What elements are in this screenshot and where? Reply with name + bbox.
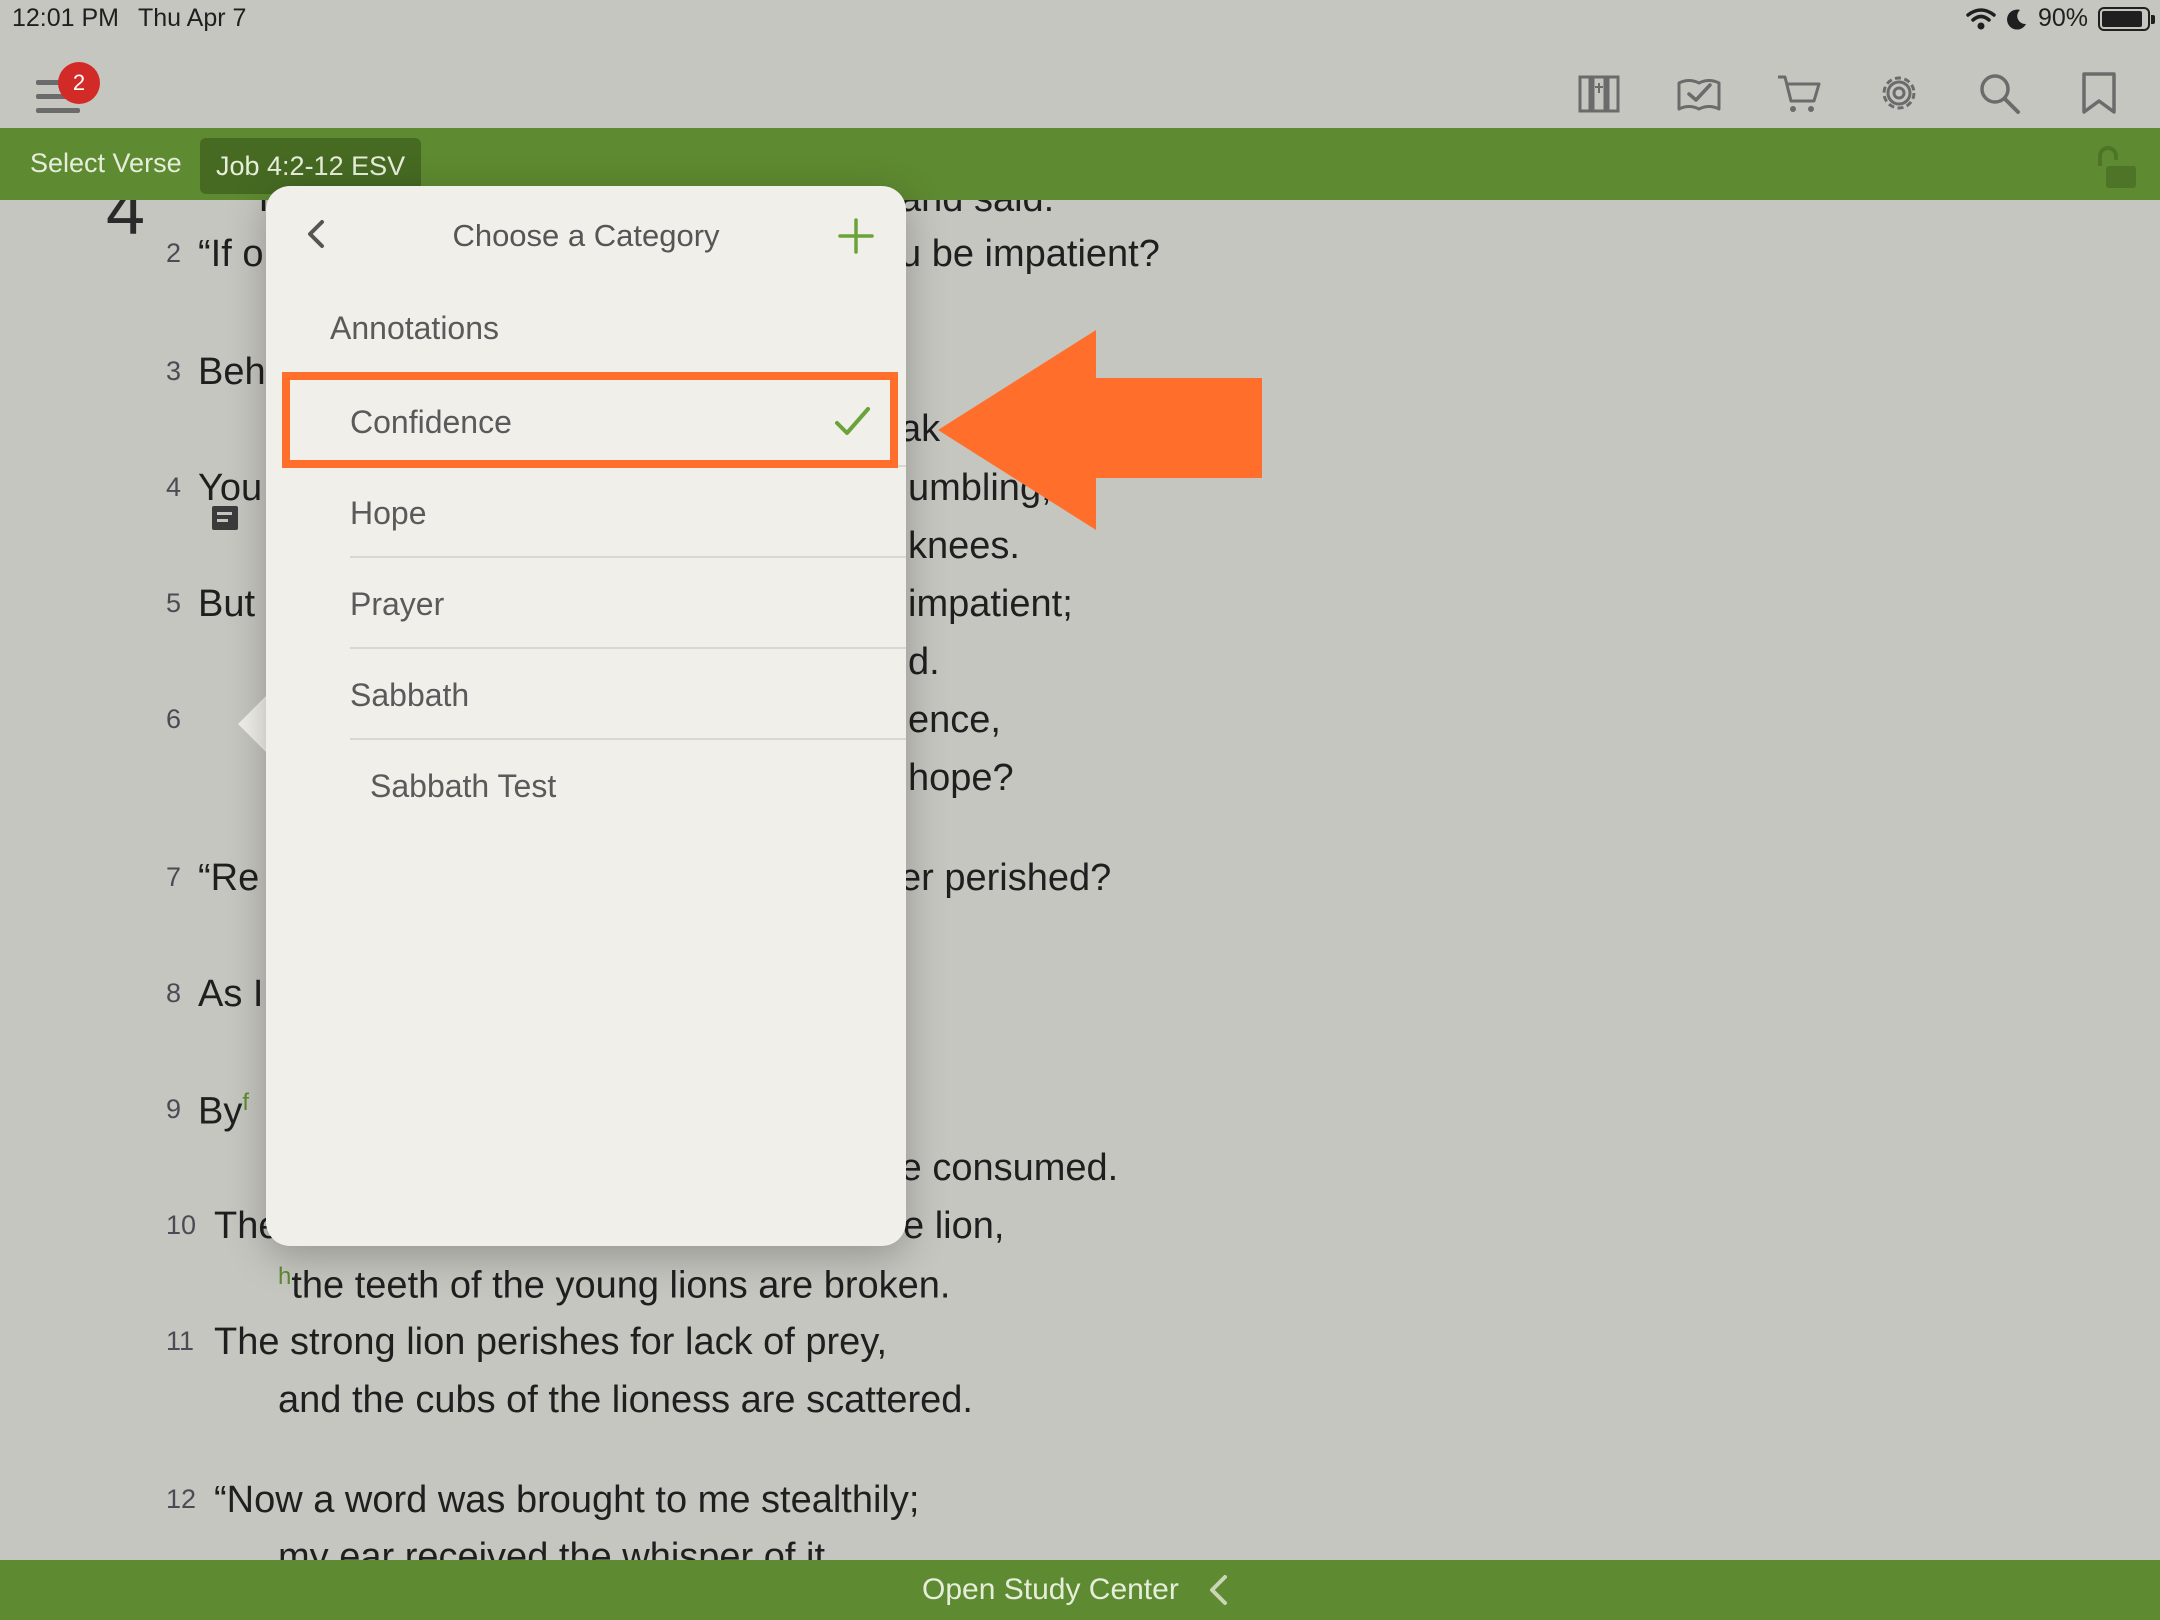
- search-button[interactable]: [1968, 62, 2030, 124]
- verse-text: As I: [198, 973, 264, 1015]
- verse-text-part: By: [198, 1090, 243, 1133]
- battery-icon: [2098, 6, 2155, 31]
- reading-plan-icon: [1677, 79, 1721, 111]
- verse-text: impatient;: [908, 583, 1073, 625]
- verse-number: 2: [166, 238, 182, 268]
- chevron-left-icon: [1209, 1575, 1227, 1605]
- chapter-number: 4: [106, 200, 145, 249]
- section-header-annotations: Annotations: [330, 310, 500, 346]
- search-icon: [1980, 74, 2020, 114]
- category-label: Hope: [350, 495, 427, 531]
- verse-number: 7: [166, 862, 182, 892]
- popover-title: Choose a Category: [452, 218, 720, 253]
- category-item-hope[interactable]: Hope: [350, 467, 906, 558]
- pointer-arrow-icon: [938, 330, 1262, 530]
- verse-number: 3: [166, 356, 182, 386]
- verse-number: 4: [166, 472, 182, 502]
- verse-text: er perished?: [900, 857, 1112, 899]
- cart-icon: [1778, 75, 1821, 112]
- notification-badge: 2: [58, 62, 100, 104]
- menu-button[interactable]: 2: [36, 62, 102, 122]
- store-button[interactable]: [1768, 62, 1830, 124]
- battery-percent: 90%: [2037, 4, 2088, 32]
- bottom-bar: Open Study Center: [0, 1560, 2160, 1620]
- category-label: Sabbath Test: [370, 768, 557, 804]
- footnote-marker[interactable]: f: [242, 1089, 249, 1116]
- category-label: Prayer: [350, 586, 445, 622]
- verse-number: 10: [166, 1210, 197, 1240]
- verse-text: Byf: [198, 1089, 249, 1134]
- popover-pointer: [238, 694, 268, 754]
- category-popover: Choose a Category Annotations Confidence…: [266, 186, 906, 1246]
- status-date: Thu Apr 7: [138, 4, 247, 32]
- verse-number: 5: [166, 588, 182, 618]
- verse-text: “If o: [198, 233, 264, 275]
- verse-text: “Now a word was brought to me stealthily…: [214, 1479, 920, 1521]
- verse-text: my ear received the whisper of it.: [278, 1536, 836, 1560]
- verse-text: d.: [908, 641, 940, 683]
- selection-highlight-box: [282, 372, 898, 468]
- category-item-sabbath[interactable]: Sabbath: [350, 649, 906, 740]
- settings-button[interactable]: [1868, 62, 1930, 124]
- status-indicators: 90%: [1966, 4, 2155, 33]
- reading-plan-button[interactable]: [1668, 62, 1730, 124]
- verse-text: ak: [900, 408, 941, 450]
- verse-number: 1: [218, 200, 233, 205]
- verse-number: 6: [166, 704, 182, 734]
- status-bar: 12:01 PM Thu Apr 7 90%: [0, 0, 2160, 40]
- bookmark-icon: [2082, 72, 2116, 114]
- wifi-icon: [1966, 7, 1996, 29]
- moon-icon: [2006, 9, 2026, 30]
- open-study-center-label: Open Study Center: [922, 1573, 1179, 1606]
- verse-text: u be impatient?: [900, 233, 1160, 275]
- status-time: 12:01 PM: [12, 4, 120, 32]
- verse-number: 9: [166, 1094, 182, 1124]
- verse-number: 8: [166, 978, 182, 1008]
- verse-text-part: the teeth of the young lions are broken.: [291, 1264, 951, 1307]
- select-verse-button[interactable]: Select Verse: [30, 148, 182, 179]
- category-item-prayer[interactable]: Prayer: [350, 558, 906, 649]
- library-button[interactable]: [1568, 62, 1630, 124]
- note-icon[interactable]: [212, 506, 238, 530]
- verse-text: “Re: [198, 857, 260, 899]
- verse-text: hthe teeth of the young lions are broken…: [278, 1263, 950, 1308]
- library-icon: [1578, 75, 1620, 113]
- verse-text: and said:: [900, 200, 1054, 221]
- verse-text: ence,: [908, 699, 1001, 741]
- verse-number: 12: [166, 1484, 197, 1514]
- verse-number: 11: [166, 1326, 195, 1356]
- verse-text: You: [198, 467, 263, 509]
- verse-text: re consumed.: [888, 1147, 1119, 1189]
- add-icon[interactable]: [834, 214, 878, 258]
- gear-icon: [1882, 76, 1916, 110]
- verse-text: But: [198, 583, 256, 625]
- verse-text: knees.: [908, 525, 1020, 567]
- verse-text: and the cubs of the lioness are scattere…: [278, 1379, 973, 1421]
- unlock-icon[interactable]: [2092, 142, 2142, 192]
- bookmark-button[interactable]: [2068, 62, 2130, 124]
- verse-text: hope?: [908, 757, 1014, 799]
- footnote-marker[interactable]: h: [278, 1263, 291, 1290]
- category-item-sabbath-test[interactable]: Sabbath Test: [350, 740, 906, 831]
- verse-text: The strong lion perishes for lack of pre…: [214, 1321, 888, 1363]
- top-toolbar: 2: [0, 40, 2160, 128]
- verse-text: Beh: [198, 351, 266, 393]
- battery-level: [2102, 10, 2142, 27]
- open-study-center-button[interactable]: Open Study Center: [922, 1560, 1229, 1620]
- category-label: Sabbath: [350, 677, 470, 713]
